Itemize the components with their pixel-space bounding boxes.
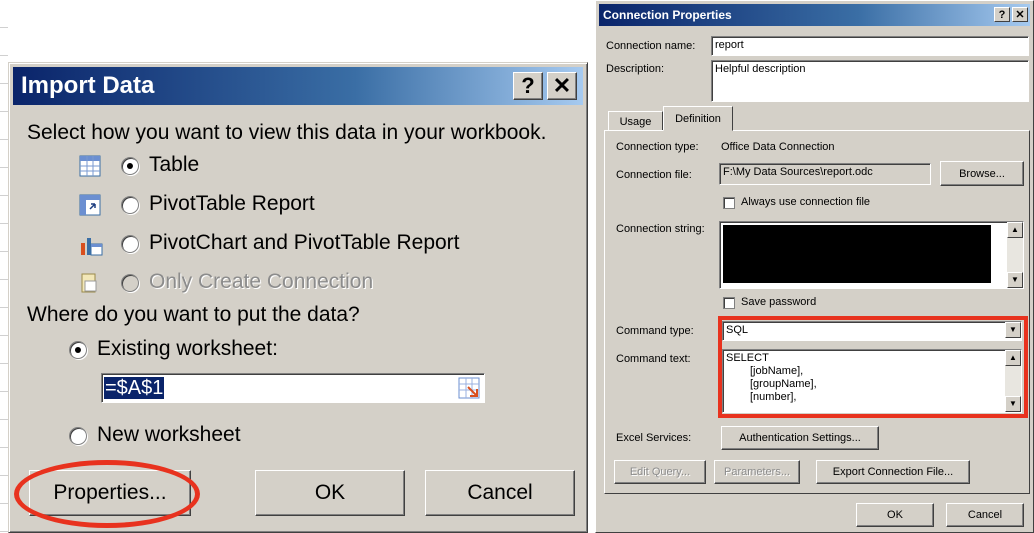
tab-usage[interactable]: Usage <box>608 111 663 131</box>
connection-file-input[interactable]: F:\My Data Sources\report.odc <box>719 163 931 185</box>
parameters-label: Parameters... <box>723 466 791 478</box>
connection-cancel-label: Cancel <box>967 509 1003 521</box>
connection-file-label: Connection file: <box>616 169 692 181</box>
connection-string-scrollbar[interactable]: ▲ ▼ <box>1007 222 1023 288</box>
scroll-down-icon[interactable]: ▼ <box>1007 272 1023 288</box>
location-prompt: Where do you want to put the data? <box>27 303 360 326</box>
new-worksheet-label: New worksheet <box>97 423 241 446</box>
edit-query-label: Edit Query... <box>629 466 691 478</box>
scroll-up-icon[interactable]: ▲ <box>1007 222 1023 238</box>
existing-worksheet-option[interactable]: Existing worksheet: <box>67 335 367 367</box>
pivotchart-icon <box>81 238 103 256</box>
description-input[interactable]: Helpful description <box>711 60 1029 102</box>
connection-close-button[interactable]: ✕ <box>1012 7 1028 22</box>
highlight-ellipse <box>14 460 200 528</box>
browse-button[interactable]: Browse... <box>940 161 1024 186</box>
existing-worksheet-label: Existing worksheet: <box>97 337 278 360</box>
new-worksheet-option[interactable]: New worksheet <box>67 421 367 453</box>
connection-ok-label: OK <box>887 509 903 521</box>
cell-reference-field[interactable]: =$A$1 <box>101 373 485 403</box>
authentication-settings-label: Authentication Settings... <box>739 432 861 444</box>
cancel-button[interactable]: Cancel <box>425 470 575 516</box>
connection-name-input[interactable]: report <box>711 36 1029 56</box>
pivottable-option[interactable]: PivotTable Report <box>79 190 379 222</box>
pivottable-radio[interactable] <box>121 196 139 214</box>
connection-type-label: Connection type: <box>616 141 699 153</box>
import-dialog-title: Import Data <box>21 72 155 99</box>
connection-type-value: Office Data Connection <box>721 141 835 153</box>
only-connection-radio <box>121 274 139 292</box>
parameters-button: Parameters... <box>714 460 800 484</box>
browse-button-label: Browse... <box>959 167 1005 180</box>
cell-reference-value: =$A$1 <box>104 377 165 399</box>
description-label: Description: <box>606 63 665 75</box>
tab-usage-label: Usage <box>619 115 652 128</box>
pivotchart-option[interactable]: PivotChart and PivotTable Report <box>79 229 479 261</box>
save-password-option[interactable]: Save password <box>721 295 921 311</box>
save-password-label: Save password <box>741 296 817 308</box>
pivotchart-option-label: PivotChart and PivotTable Report <box>149 231 460 254</box>
connection-dialog-title-bar: Connection Properties ? ✕ <box>599 4 1030 26</box>
ok-button-label: OK <box>314 481 346 504</box>
command-type-label: Command type: <box>616 325 694 337</box>
pivottable-icon <box>79 194 101 216</box>
export-connection-file-button[interactable]: Export Connection File... <box>816 460 970 484</box>
always-use-file-checkbox[interactable] <box>723 197 735 209</box>
table-option-label: Table <box>149 153 200 176</box>
export-connection-file-label: Export Connection File... <box>832 466 954 478</box>
redacted-connection-string <box>723 225 991 283</box>
edit-query-button: Edit Query... <box>614 460 706 484</box>
only-connection-option-label: Only Create Connection <box>149 270 374 293</box>
connection-string-label: Connection string: <box>616 223 705 235</box>
connection-string-field[interactable]: ▲ ▼ <box>719 221 1024 289</box>
pivotchart-radio[interactable] <box>121 235 139 253</box>
cancel-button-label: Cancel <box>467 481 533 504</box>
new-worksheet-radio[interactable] <box>69 427 87 445</box>
connection-properties-dialog: Connection Properties ? ✕ Connection nam… <box>595 0 1034 533</box>
pivottable-option-label: PivotTable Report <box>149 192 315 215</box>
help-button[interactable]: ? <box>513 72 543 100</box>
save-password-checkbox[interactable] <box>723 297 735 309</box>
view-prompt: Select how you want to view this data in… <box>27 121 547 144</box>
highlight-box <box>718 316 1028 418</box>
import-dialog-title-bar: Import Data ? ✕ <box>13 67 583 105</box>
excel-services-label: Excel Services: <box>616 432 692 444</box>
ok-button[interactable]: OK <box>255 470 405 516</box>
spreadsheet-background <box>0 0 8 533</box>
connection-cancel-button[interactable]: Cancel <box>946 503 1024 527</box>
connection-help-button[interactable]: ? <box>994 7 1010 22</box>
connection-icon <box>81 273 97 293</box>
connection-name-label: Connection name: <box>606 40 696 52</box>
command-text-label: Command text: <box>616 353 691 365</box>
table-option[interactable]: Table <box>79 151 379 183</box>
authentication-settings-button[interactable]: Authentication Settings... <box>721 426 879 450</box>
collapse-dialog-icon[interactable] <box>458 377 480 399</box>
existing-worksheet-radio[interactable] <box>69 341 87 359</box>
connection-ok-button[interactable]: OK <box>856 503 934 527</box>
tab-definition[interactable]: Definition <box>663 106 733 131</box>
only-connection-option: Only Create Connection <box>79 268 479 300</box>
connection-dialog-title: Connection Properties <box>603 8 732 22</box>
always-use-file-label: Always use connection file <box>741 196 871 208</box>
table-icon <box>79 155 101 177</box>
close-button[interactable]: ✕ <box>547 72 577 100</box>
always-use-file-option[interactable]: Always use connection file <box>721 195 921 211</box>
tab-definition-label: Definition <box>675 112 721 125</box>
table-radio[interactable] <box>121 157 139 175</box>
